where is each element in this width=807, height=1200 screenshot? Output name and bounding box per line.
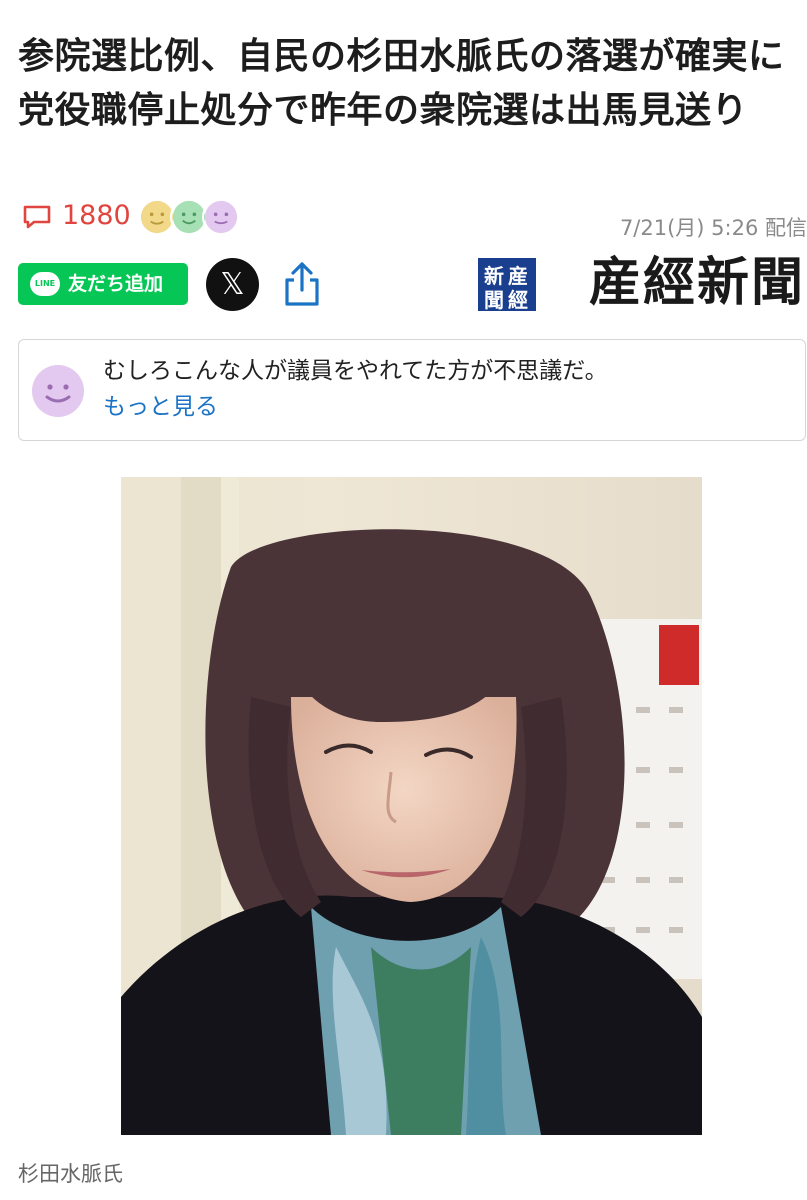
logo-mark-char-4: 聞: [484, 288, 504, 312]
commenter-avatar: [31, 364, 85, 418]
see-more-link[interactable]: もっと見る: [103, 390, 218, 424]
line-add-friend-label: 友だち追加: [68, 273, 164, 295]
reaction-faces[interactable]: [138, 198, 248, 238]
share-row: LINE 友だち追加 𝕏 産 經 新 聞 産經新聞: [18, 254, 807, 314]
x-share-button[interactable]: 𝕏: [206, 258, 259, 311]
logo-mark-char-2: 經: [508, 288, 528, 312]
line-logo-icon: LINE: [30, 272, 60, 296]
share-icon[interactable]: [280, 260, 324, 308]
line-add-friend-button[interactable]: LINE 友だち追加: [18, 263, 188, 305]
publisher-logo[interactable]: 産經新聞: [589, 254, 805, 312]
photo-caption: 杉田水脈氏: [18, 1162, 123, 1186]
reaction-thinking-icon: [202, 198, 240, 236]
article-headline: 参院選比例、自民の杉田水脈氏の落選が確実に 党役職停止処分で昨年の衆院選は出馬見…: [18, 36, 807, 131]
top-comment-text: むしろこんな人が議員をやれてた方が不思議だ。: [103, 358, 608, 384]
article-photo[interactable]: [121, 477, 702, 1135]
sankei-logo-mark: 産 經 新 聞: [478, 258, 536, 312]
top-comment-card[interactable]: むしろこんな人が議員をやれてた方が不思議だ。 もっと見る: [18, 339, 806, 441]
comment-bubble-icon[interactable]: [22, 204, 52, 230]
article-meta-row: 1880 7/21(月) 5:26 配信: [18, 194, 807, 244]
publish-timestamp: 7/21(月) 5:26 配信: [619, 216, 807, 240]
portrait-image: [121, 477, 702, 1135]
smiley-avatar-icon: [32, 365, 84, 417]
comment-count[interactable]: 1880: [62, 200, 131, 231]
